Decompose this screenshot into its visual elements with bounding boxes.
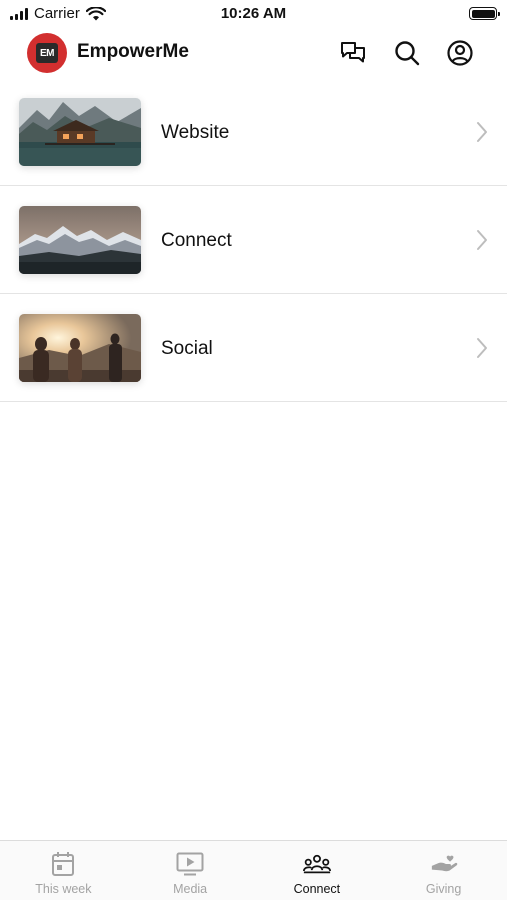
tab-label: Giving <box>425 882 462 896</box>
chevron-right-icon <box>477 338 487 358</box>
list-item-label: Connect <box>161 230 232 251</box>
social-thumbnail <box>19 314 141 382</box>
tab-this-week[interactable]: This week <box>0 841 127 900</box>
tab-label: Connect <box>293 882 341 896</box>
tab-connect[interactable]: Connect <box>254 841 381 900</box>
status-time: 10:26 AM <box>220 5 287 22</box>
calendar-icon <box>49 850 77 878</box>
search-icon[interactable] <box>392 38 422 68</box>
link-list: Website Connect Social <box>0 78 507 402</box>
status-bar: Carrier 10:26 AM <box>0 0 507 28</box>
account-icon[interactable] <box>445 38 475 68</box>
logo-mark: EM <box>36 43 58 63</box>
tab-giving[interactable]: Giving <box>380 841 507 900</box>
app-logo[interactable]: EM <box>27 33 67 73</box>
website-thumbnail <box>19 98 141 166</box>
chevron-right-icon <box>477 230 487 250</box>
tab-label: Media <box>173 882 208 896</box>
tab-bar: This week Media Connect Giving <box>0 840 507 900</box>
list-item-label: Social <box>161 338 213 359</box>
list-item-label: Website <box>161 122 230 143</box>
group-icon <box>302 850 331 878</box>
list-item-connect[interactable]: Connect <box>0 186 507 294</box>
chat-icon[interactable] <box>338 38 368 68</box>
app-title: EmpowerMe <box>77 41 189 62</box>
giving-hand-icon <box>430 850 458 878</box>
battery-icon <box>469 7 500 20</box>
play-screen-icon <box>176 850 204 878</box>
app-header: EM EmpowerMe <box>0 30 507 76</box>
tab-media[interactable]: Media <box>127 841 254 900</box>
tab-label: This week <box>35 882 92 896</box>
list-item-website[interactable]: Website <box>0 78 507 186</box>
list-item-social[interactable]: Social <box>0 294 507 402</box>
chevron-right-icon <box>477 122 487 142</box>
connect-thumbnail <box>19 206 141 274</box>
